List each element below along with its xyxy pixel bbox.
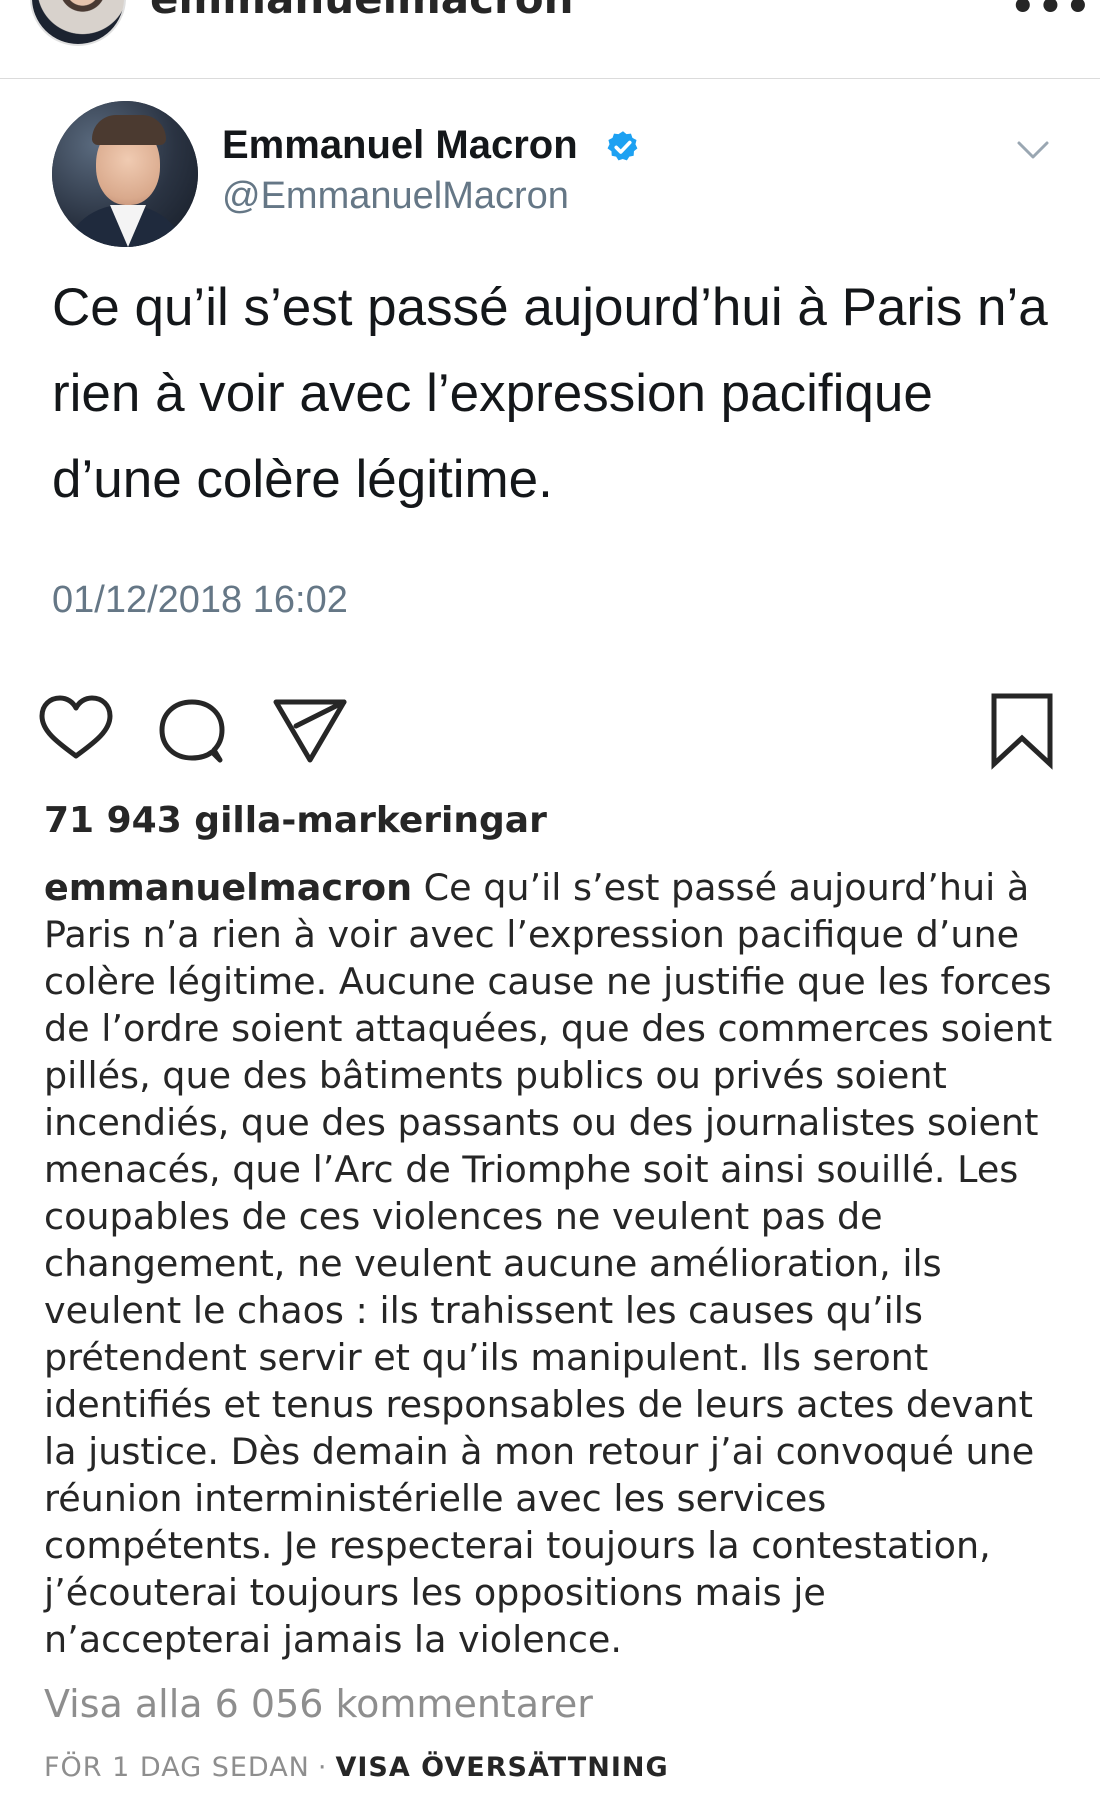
post-caption: emmanuelmacron Ce qu’il s’est passé aujo…	[44, 864, 1064, 1663]
caption-text: Ce qu’il s’est passé aujourd’hui à Paris…	[44, 866, 1053, 1661]
bookmark-icon[interactable]	[982, 690, 1062, 770]
post-timestamp: FÖR 1 DAG SEDAN	[44, 1752, 310, 1783]
action-bar	[0, 680, 1100, 780]
meta-separator: ·	[317, 1752, 328, 1783]
tweet-avatar	[52, 101, 198, 247]
tweet-handle: @EmmanuelMacron	[222, 175, 569, 217]
profile-avatar[interactable]	[30, 0, 126, 46]
tweet-image: Emmanuel Macron @EmmanuelMacron Ce qu’il…	[0, 79, 1100, 679]
likes-count[interactable]: 71 943 gilla-markeringar	[44, 800, 547, 841]
tweet-text: Ce qu’il s’est passé aujourd’hui à Paris…	[52, 278, 1048, 509]
share-icon[interactable]	[270, 690, 350, 770]
comment-icon[interactable]	[152, 690, 232, 770]
heart-icon[interactable]	[36, 690, 116, 770]
post-header: emmanuelmacron •••	[0, 0, 1100, 79]
tweet-author-name: Emmanuel Macron	[222, 123, 578, 167]
tweet-date: 01/12/2018 16:02	[52, 579, 348, 621]
chevron-down-icon	[1017, 141, 1049, 159]
see-translation-link[interactable]: VISA ÖVERSÄTTNING	[335, 1752, 668, 1783]
verified-badge-icon	[607, 131, 638, 161]
more-options-icon[interactable]: •••	[1010, 0, 1093, 30]
post-meta: FÖR 1 DAG SEDAN · VISA ÖVERSÄTTNING	[44, 1752, 669, 1783]
caption-username[interactable]: emmanuelmacron	[44, 866, 412, 909]
post-username[interactable]: emmanuelmacron	[150, 0, 574, 23]
view-all-comments-link[interactable]: Visa alla 6 056 kommentarer	[44, 1682, 593, 1726]
